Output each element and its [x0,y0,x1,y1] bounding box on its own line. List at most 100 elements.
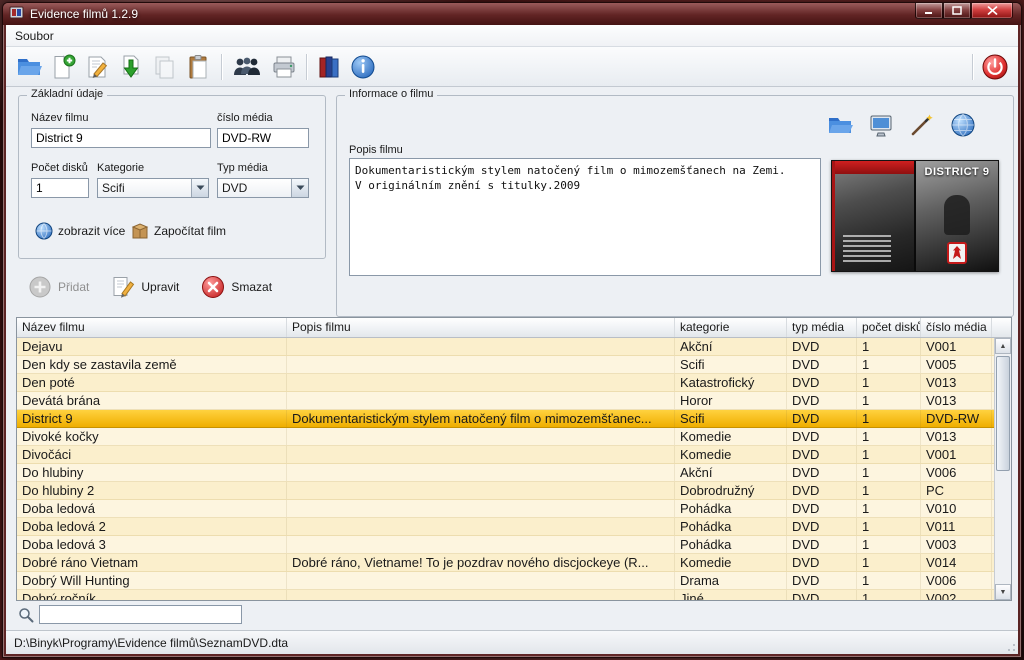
table-row[interactable]: Devátá bránaHororDVD1V013 [17,392,994,410]
table-row[interactable]: Den potéKatastrofickýDVD1V013 [17,374,994,392]
table-row[interactable]: Dobrý ročníkJinéDVD1V002 [17,590,994,600]
about-button[interactable] [346,50,380,84]
window-body: Soubor [6,25,1018,654]
toolbar [6,47,1018,87]
cell-pocet: 1 [857,536,921,553]
actors-button[interactable] [227,50,267,84]
chevron-down-icon[interactable] [291,179,308,197]
chevron-down-icon[interactable] [191,179,208,197]
close-button[interactable] [971,3,1013,19]
table-row[interactable]: Do hlubinyAkčníDVD1V006 [17,464,994,482]
table-row[interactable]: Divoké kočkyKomedieDVD1V013 [17,428,994,446]
cell-popis [287,392,675,409]
zapocitat-film-toggle[interactable]: Započítat film [131,222,226,240]
globe-icon [950,112,976,138]
titlebar[interactable]: Evidence filmů 1.2.9 [3,3,1021,25]
table-row[interactable]: Dobrý Will HuntingDramaDVD1V006 [17,572,994,590]
pocet-disku-input[interactable] [31,178,89,198]
column-header-typ[interactable]: typ média [787,318,857,337]
info-icon [350,54,376,80]
web-search-button[interactable] [947,110,979,140]
search-input[interactable] [39,605,242,624]
cell-typ: DVD [787,464,857,481]
table-row[interactable]: DivočáciKomedieDVD1V001 [17,446,994,464]
smazat-button[interactable]: Smazat [201,275,272,299]
scroll-thumb[interactable] [996,356,1010,471]
cell-typ: DVD [787,374,857,391]
edit-cover-button[interactable] [906,110,938,140]
zobrazit-vice-link[interactable]: zobrazit více [35,222,125,240]
cell-kategorie: Komedie [675,554,787,571]
column-header-nazev[interactable]: Název filmu [17,318,287,337]
exit-button[interactable] [978,50,1012,84]
typ-media-select[interactable]: DVD [217,178,309,198]
edit-film-button[interactable] [80,50,114,84]
cell-typ: DVD [787,392,857,409]
import-button[interactable] [114,50,148,84]
open-folder-icon [16,54,42,80]
dvd-cover-image: DISTRICT 9 [831,160,999,272]
table-row[interactable]: Doba ledováPohádkaDVD1V010 [17,500,994,518]
scroll-down-button[interactable]: ▼ [995,584,1011,600]
cover-warning-sign [947,242,967,264]
box-icon [131,222,149,240]
cell-typ: DVD [787,554,857,571]
table-row[interactable]: Dobré ráno VietnamDobré ráno, Vietname! … [17,554,994,572]
table-row[interactable]: Doba ledová 2PohádkaDVD1V011 [17,518,994,536]
table-row[interactable]: Do hlubiny 2DobrodružnýDVD1PC [17,482,994,500]
scroll-up-button[interactable]: ▲ [995,338,1011,354]
column-header-pocet[interactable]: počet disků [857,318,921,337]
cell-nazev: District 9 [17,410,287,427]
statusbar: D:\Binyk\Programy\Evidence filmů\SeznamD… [6,630,1018,654]
column-header-cislo[interactable]: číslo média [921,318,992,337]
cell-typ: DVD [787,410,857,427]
upravit-button[interactable]: Upravit [111,275,179,299]
catalog-button[interactable] [312,50,346,84]
kategorie-value: Scifi [98,181,191,195]
cell-popis [287,464,675,481]
table-row[interactable]: Doba ledová 3PohádkaDVD1V003 [17,536,994,554]
cell-cislo: V013 [921,428,992,445]
menu-item-soubor[interactable]: Soubor [6,26,63,46]
cell-popis [287,374,675,391]
maximize-button[interactable] [943,3,971,19]
nazev-filmu-input[interactable] [31,128,211,148]
column-header-popis[interactable]: Popis filmu [287,318,675,337]
exit-power-icon [981,53,1009,81]
browse-cover-button[interactable] [824,110,856,140]
cell-popis [287,590,675,600]
resize-grip[interactable] [1004,640,1016,652]
search-icon [18,607,34,623]
cell-popis [287,500,675,517]
typ-media-value: DVD [218,181,291,195]
cell-pocet: 1 [857,572,921,589]
toolbar-separator [972,54,973,80]
popis-filmu-textarea[interactable]: Dokumentaristickým stylem natočený film … [349,158,821,276]
action-buttons: Přidat Upravit Smazat [28,275,272,299]
column-header-kategorie[interactable]: kategorie [675,318,787,337]
cell-kategorie: Scifi [675,356,787,373]
cell-pocet: 1 [857,356,921,373]
folder-icon [827,112,853,138]
cell-pocet: 1 [857,428,921,445]
open-file-button[interactable] [12,50,46,84]
paste-button[interactable] [182,50,216,84]
table-row[interactable]: District 9Dokumentaristickým stylem nato… [17,410,994,428]
copy-button[interactable] [148,50,182,84]
kategorie-select[interactable]: Scifi [97,178,209,198]
cover-figure [944,195,970,235]
pridat-button[interactable]: Přidat [28,275,89,299]
minimize-button[interactable] [915,3,943,19]
cell-cislo: V013 [921,392,992,409]
table-row[interactable]: DejavuAkčníDVD1V001 [17,338,994,356]
cislo-media-label: číslo média [217,112,273,124]
cislo-media-input[interactable] [217,128,309,148]
new-film-button[interactable] [46,50,80,84]
cell-nazev: Doba ledová [17,500,287,517]
preview-cover-button[interactable] [865,110,897,140]
cell-popis [287,356,675,373]
print-button[interactable] [267,50,301,84]
plus-circle-icon [28,275,52,299]
vertical-scrollbar[interactable]: ▲ ▼ [994,338,1011,600]
table-row[interactable]: Den kdy se zastavila zeměScifiDVD1V005 [17,356,994,374]
